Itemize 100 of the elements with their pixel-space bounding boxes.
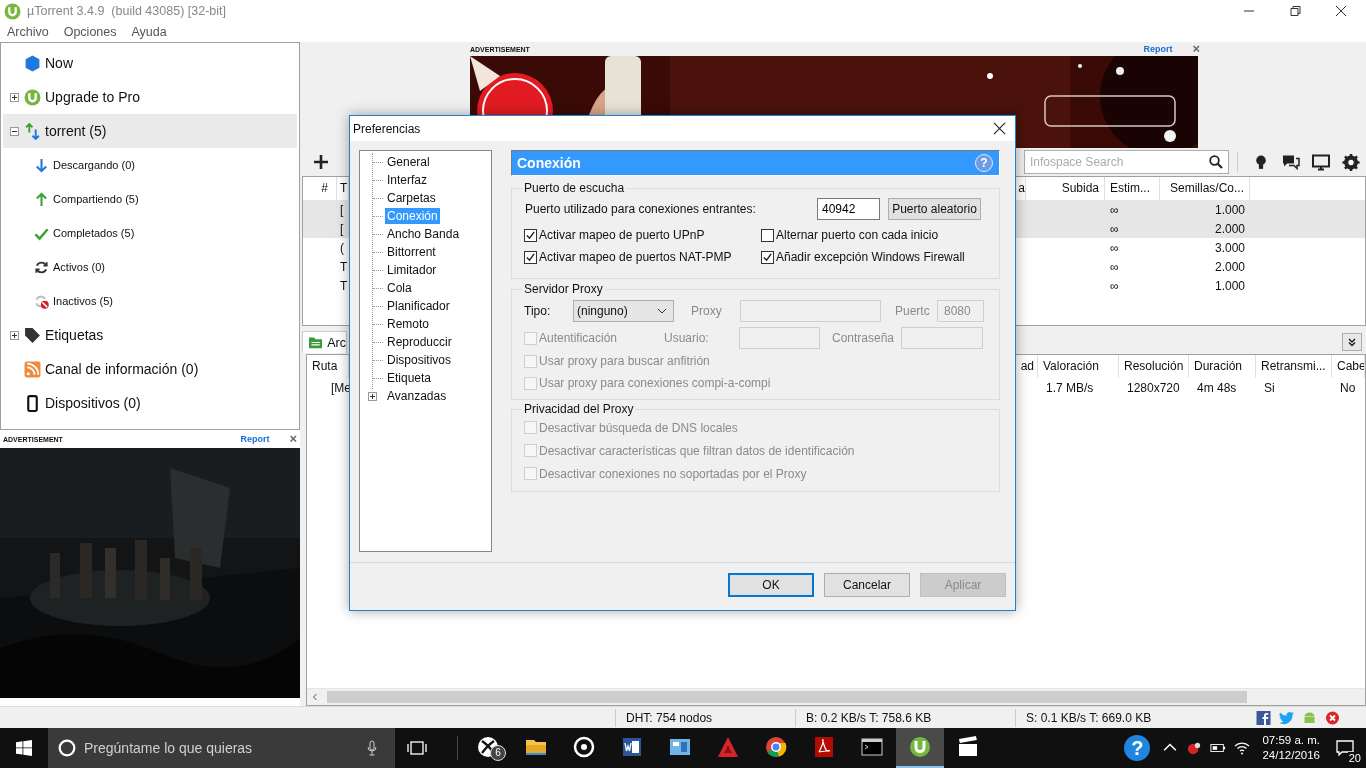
report-link[interactable]: Report bbox=[1143, 44, 1173, 54]
status-text: S: 0.1 KB/s T: 669.0 KB bbox=[1015, 708, 1252, 727]
expand-button[interactable] bbox=[1342, 333, 1362, 351]
tree-item[interactable]: Etiqueta bbox=[385, 370, 434, 386]
expand-icon[interactable] bbox=[368, 391, 377, 401]
sidebar-item[interactable]: Now bbox=[3, 46, 297, 80]
close-ad-button[interactable]: × bbox=[289, 434, 297, 444]
tree-item[interactable]: Interfaz bbox=[385, 172, 430, 188]
status-text: B: 0.2 KB/s T: 758.6 KB bbox=[795, 708, 1015, 727]
help-badge[interactable]: ? bbox=[1124, 735, 1151, 761]
folder-icon bbox=[309, 336, 323, 349]
disc-icon bbox=[572, 735, 596, 759]
close-ad-button[interactable]: × bbox=[1192, 44, 1200, 54]
table-cell-text: Si bbox=[1263, 381, 1276, 395]
double-chevron-icon bbox=[1347, 337, 1357, 347]
table-cell-text: No bbox=[1339, 381, 1357, 395]
random-port-button[interactable]: Puerto aleatorio bbox=[888, 198, 981, 220]
taskbar-app[interactable]: 6 bbox=[464, 728, 512, 768]
proxy-type-dropdown[interactable]: (ninguno) bbox=[573, 300, 674, 322]
clock-date[interactable]: 24/12/2016 bbox=[1262, 748, 1320, 763]
sidebar-item[interactable]: Canal de información (0) bbox=[3, 352, 297, 386]
ok-button[interactable]: OK bbox=[728, 572, 814, 597]
dialog-title: Preferencias bbox=[353, 121, 421, 136]
document-icon bbox=[620, 735, 644, 759]
table-cell-text: 4m 48s bbox=[1196, 381, 1238, 395]
tree-item[interactable]: Limitador bbox=[385, 262, 439, 278]
down-arrow-icon bbox=[34, 157, 49, 173]
checkbox-option[interactable]: Activar mapeo de puertos NAT-PMP bbox=[524, 246, 761, 268]
expand-icon[interactable] bbox=[9, 92, 19, 102]
facebook-icon[interactable] bbox=[1256, 710, 1271, 725]
sidebar-item[interactable]: Inactivos (5) bbox=[3, 284, 297, 318]
collapse-icon[interactable] bbox=[9, 126, 19, 136]
tree-item[interactable]: Dispositivos bbox=[385, 352, 454, 368]
table-cell-text: 1.000 bbox=[1213, 202, 1246, 217]
field-label: Puertc bbox=[895, 304, 931, 318]
expand-icon[interactable] bbox=[9, 330, 19, 340]
column-header[interactable]: Valoración bbox=[1038, 354, 1119, 378]
report-link[interactable]: Report bbox=[240, 434, 270, 444]
tree-item[interactable]: Remoto bbox=[385, 316, 432, 332]
sidebar-item[interactable]: torrent (5) bbox=[3, 114, 297, 148]
menu-item[interactable]: Ayuda bbox=[127, 23, 171, 41]
table-cell-text: [ bbox=[339, 221, 345, 236]
clock-time[interactable]: 07:59 a. m. bbox=[1262, 733, 1320, 748]
dialog-button[interactable]: Cancelar bbox=[824, 572, 910, 597]
sidebar-item[interactable]: Upgrade to Pro bbox=[3, 80, 297, 114]
table-cell-text: 1280x720 bbox=[1126, 381, 1181, 395]
tree-item[interactable]: Planificador bbox=[385, 298, 452, 314]
sidebar-item[interactable]: Compartiendo (5) bbox=[3, 182, 297, 216]
add-icon[interactable] bbox=[314, 155, 328, 169]
tree-item[interactable]: Bittorrent bbox=[385, 244, 438, 260]
microphone-icon[interactable] bbox=[367, 740, 377, 756]
table-cell-text: 1.000 bbox=[1213, 278, 1246, 293]
circle-icon bbox=[58, 739, 76, 757]
wifi-icon[interactable] bbox=[1234, 741, 1251, 755]
port-field[interactable]: 40942 bbox=[817, 198, 880, 220]
status-text: DHT: 754 nodos bbox=[615, 708, 795, 727]
chat-icon[interactable] bbox=[1282, 153, 1300, 171]
checkbox[interactable] bbox=[761, 228, 774, 242]
column-header[interactable]: Duración bbox=[1189, 354, 1256, 378]
checkbox-option[interactable]: Alternar puerto con cada inicio bbox=[761, 224, 999, 246]
column-header[interactable]: Retransmi... bbox=[1256, 354, 1332, 378]
sidebar-item[interactable]: Activos (0) bbox=[3, 250, 297, 284]
checkbox[interactable] bbox=[761, 250, 774, 264]
windows-logo-icon[interactable] bbox=[16, 740, 32, 756]
field-label: Contraseña bbox=[832, 331, 896, 345]
checkbox[interactable] bbox=[524, 228, 537, 242]
search-field[interactable]: Pregúntame lo que quieras bbox=[48, 728, 395, 768]
checkbox[interactable] bbox=[524, 250, 537, 264]
sidebar-item[interactable]: Descargando (0) bbox=[3, 148, 297, 182]
files-tab[interactable]: Arc bbox=[302, 331, 347, 353]
column-header[interactable]: Resolución bbox=[1119, 354, 1189, 378]
sidebar-item[interactable]: Dispositivos (0) bbox=[3, 386, 297, 420]
sidebar-item[interactable]: Etiquetas bbox=[3, 318, 297, 352]
menu-item[interactable]: Opciones bbox=[59, 23, 121, 41]
tree-item[interactable]: Cola bbox=[385, 280, 414, 296]
search-field[interactable]: Infospace Search bbox=[1024, 150, 1229, 174]
search-icon[interactable] bbox=[1209, 155, 1223, 169]
refresh-icon bbox=[34, 259, 49, 275]
monitor-icon[interactable] bbox=[1312, 153, 1330, 171]
task-view-icon[interactable] bbox=[407, 740, 427, 756]
notification-icon[interactable] bbox=[1336, 740, 1354, 756]
menu-item[interactable]: Archivo bbox=[3, 23, 53, 41]
settings-icon[interactable] bbox=[1342, 153, 1360, 171]
logo-icon bbox=[24, 88, 41, 106]
up-arrow-icon bbox=[34, 191, 49, 207]
battery-icon[interactable] bbox=[1210, 741, 1227, 755]
tree-item[interactable]: Reproduccir bbox=[385, 334, 454, 350]
taskbar-app[interactable] bbox=[896, 728, 944, 768]
table-cell-text: ∞ bbox=[1109, 202, 1120, 217]
group-title: Puerto de escucha bbox=[523, 181, 626, 195]
checkbox-option[interactable]: Añadir excepción Windows Firewall bbox=[761, 246, 999, 268]
table-cell-text: ∞ bbox=[1109, 221, 1120, 236]
tree-item[interactable]: Carpetas bbox=[385, 190, 438, 206]
tree-item[interactable]: Avanzadas bbox=[385, 388, 449, 404]
tree-item[interactable]: General bbox=[385, 154, 432, 170]
close-icon[interactable] bbox=[993, 122, 1006, 135]
checkbox-option[interactable]: Activar mapeo de puerto UPnP bbox=[524, 224, 761, 246]
tree-item[interactable]: Ancho Banda bbox=[385, 226, 462, 242]
scrollbar[interactable] bbox=[307, 688, 1365, 705]
sidebar-item[interactable]: Completados (5) bbox=[3, 216, 297, 250]
